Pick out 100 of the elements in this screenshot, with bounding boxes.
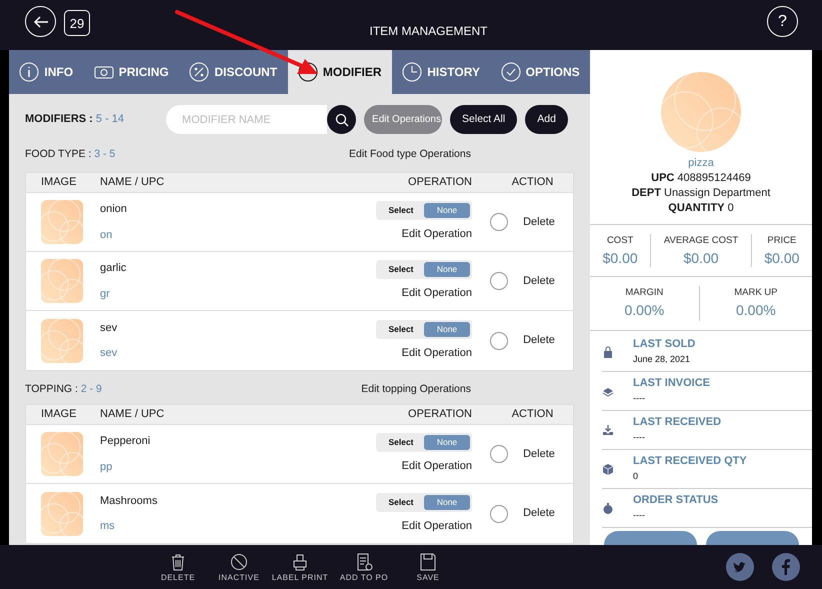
- radio-button[interactable]: [490, 504, 508, 522]
- tab[interactable]: DISCOUNT: [179, 50, 288, 94]
- back-button[interactable]: [25, 6, 56, 37]
- radio-button[interactable]: [490, 272, 508, 290]
- history-label: LAST RECEIVED QTY: [633, 454, 747, 469]
- radio-button[interactable]: [490, 445, 508, 463]
- social-button[interactable]: [726, 553, 754, 581]
- item-name: sev: [100, 320, 118, 336]
- edit-operations-button[interactable]: Edit Operations: [364, 105, 442, 134]
- column-header: ACTION: [512, 176, 554, 188]
- stat-value: $0.00: [602, 249, 638, 268]
- item-name: Mashrooms: [100, 494, 158, 508]
- toggle-option[interactable]: Select: [378, 494, 424, 510]
- action-button[interactable]: [604, 531, 697, 545]
- window-title: ITEM MANAGEMENT: [369, 24, 488, 38]
- operation-toggle[interactable]: Select None: [376, 433, 472, 452]
- column-header: OPERATION: [408, 176, 472, 188]
- edit-operation-link[interactable]: Edit Operation: [402, 344, 472, 362]
- stat-value: $0.00: [683, 249, 719, 268]
- item-upc: on: [100, 228, 114, 242]
- clock-icon: [402, 62, 422, 82]
- edit-group-link[interactable]: Edit topping Operations: [361, 382, 471, 398]
- operation-toggle[interactable]: Select None: [376, 201, 472, 220]
- info-icon: [19, 62, 40, 82]
- toolbar-button[interactable]: DELETE: [148, 552, 208, 584]
- toolbar-button[interactable]: INACTIVE: [209, 552, 269, 584]
- history-value: ----: [633, 509, 646, 522]
- stat-label: MARGIN: [625, 286, 664, 300]
- help-button[interactable]: ?: [767, 6, 798, 37]
- delete-link[interactable]: Delete: [523, 332, 555, 349]
- bag-icon: [602, 346, 614, 358]
- history-value: ----: [633, 431, 646, 444]
- column-header: IMAGE: [41, 408, 76, 420]
- column-header: NAME / UPC: [100, 176, 164, 188]
- history-label: LAST INVOICE: [633, 376, 710, 391]
- search-field[interactable]: MODIFIER NAME: [166, 105, 328, 134]
- add-button[interactable]: Add: [525, 105, 568, 134]
- search-button[interactable]: [327, 105, 356, 134]
- column-header: ACTION: [512, 408, 554, 420]
- history-label: ORDER STATUS: [633, 493, 718, 508]
- history-label: LAST SOLD: [633, 337, 696, 352]
- delete-link[interactable]: Delete: [523, 505, 555, 522]
- select-all-button[interactable]: Select All: [450, 105, 518, 134]
- item-name: garlic: [100, 261, 128, 276]
- item-upc: sev: [100, 346, 118, 361]
- edit-group-link[interactable]: Edit Food type Operations: [349, 147, 471, 163]
- group-count: FOOD TYPE : 3 - 5: [25, 147, 116, 162]
- blocked-icon: [230, 552, 248, 572]
- column-header: NAME / UPC: [100, 408, 164, 420]
- document-list-icon: [355, 552, 373, 572]
- column-header: IMAGE: [41, 176, 76, 188]
- calendar-button[interactable]: 29: [64, 10, 90, 36]
- product-name: pizza: [688, 156, 714, 171]
- toolbar-button[interactable]: ADD TO PO: [331, 552, 397, 584]
- toggle-option[interactable]: Select: [378, 203, 424, 218]
- tab[interactable]: PRICING: [83, 50, 180, 94]
- stat-label: AVERAGE COST: [664, 234, 738, 248]
- stat-label: COST: [606, 234, 634, 248]
- tab[interactable]: OPTIONS: [490, 50, 590, 94]
- tab[interactable]: HISTORY: [392, 50, 490, 94]
- delete-link[interactable]: Delete: [523, 446, 555, 462]
- tab[interactable]: INFO: [9, 50, 84, 94]
- column-header: OPERATION: [408, 408, 472, 420]
- edit-operation-link[interactable]: Edit Operation: [402, 285, 472, 302]
- operation-toggle[interactable]: Select None: [376, 320, 472, 339]
- percent-icon: [189, 62, 210, 82]
- letter-f-shape-icon: [781, 559, 791, 575]
- item-upc: ms: [100, 519, 116, 534]
- department-text: DEPT Unassign Department: [632, 186, 770, 201]
- box-icon: [602, 462, 614, 476]
- stat-value: 0.00%: [736, 301, 776, 320]
- stat-label: MARK UP: [734, 286, 778, 300]
- operation-toggle[interactable]: Select None: [376, 260, 472, 280]
- stopwatch-icon: [602, 502, 614, 514]
- edit-operation-link[interactable]: Edit Operation: [402, 518, 472, 534]
- toolbar-button[interactable]: LABEL PRINT: [270, 552, 330, 584]
- edit-operation-link[interactable]: Edit Operation: [402, 226, 472, 243]
- item-name: onion: [100, 202, 128, 217]
- radio-button[interactable]: [490, 332, 508, 350]
- operation-toggle[interactable]: Select None: [376, 492, 472, 512]
- toggle-option[interactable]: Select: [378, 322, 424, 337]
- history-value: June 28, 2021: [633, 353, 692, 366]
- action-button[interactable]: [706, 531, 799, 545]
- item-name: Pepperoni: [100, 434, 152, 449]
- history-label: LAST RECEIVED: [633, 415, 722, 430]
- check-icon: [500, 62, 521, 82]
- toggle-option[interactable]: Select: [378, 262, 424, 278]
- quantity-text: QUANTITY 0: [668, 201, 734, 216]
- edit-operation-link[interactable]: Edit Operation: [402, 458, 472, 475]
- toggle-option[interactable]: Select: [378, 435, 424, 450]
- tab[interactable]: MODIFIER: [288, 50, 392, 94]
- group-count: TOPPING : 2 - 9: [25, 382, 102, 397]
- printer-icon: [291, 552, 309, 572]
- radio-button[interactable]: [490, 213, 508, 231]
- upc-text: UPC 408895124469: [651, 171, 751, 186]
- delete-link[interactable]: Delete: [523, 214, 555, 230]
- social-button[interactable]: [772, 553, 800, 581]
- delete-link[interactable]: Delete: [523, 272, 555, 290]
- stat-value: $0.00: [764, 249, 800, 268]
- toolbar-button[interactable]: SAVE: [398, 552, 458, 584]
